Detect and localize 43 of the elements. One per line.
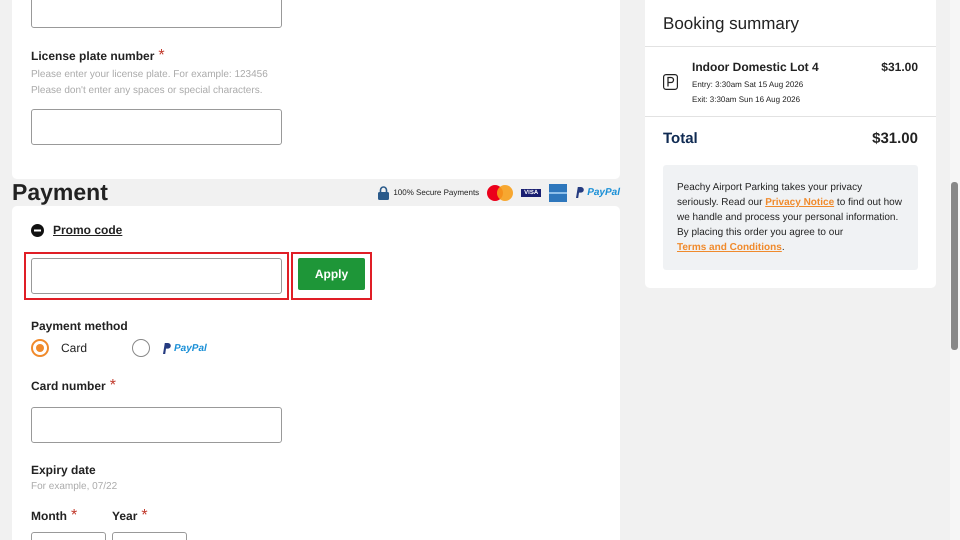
required-mark: * (141, 507, 148, 525)
field-hint: Please enter your license plate. For example: 123456 (31, 68, 269, 81)
required-mark: * (158, 47, 165, 65)
parking-icon (663, 74, 678, 90)
paypal-logo: PayPal (587, 187, 620, 198)
input-field[interactable] (31, 0, 282, 28)
amex-logo (549, 184, 568, 202)
paypal-p-icon (575, 187, 584, 198)
policy-link[interactable]: Terms and Conditions (677, 242, 782, 253)
promo-code-field[interactable] (24, 252, 289, 300)
radio-button[interactable] (31, 339, 49, 357)
field-label: Expiry date (31, 463, 97, 477)
entry-time: Entry: 3:30am Sat 15 Aug 2026 (692, 80, 804, 89)
exit-time: Exit: 3:30am Sun 16 Aug 2026 (692, 95, 802, 104)
summary-title: Booking summary (645, 0, 936, 47)
booking-item-name: Indoor Domestic Lot 4 (692, 60, 820, 74)
field-label: Card number (31, 379, 106, 393)
radio-button[interactable] (132, 339, 150, 357)
total-price: $31.00 (872, 130, 918, 147)
required-mark: * (70, 507, 78, 525)
apply-button[interactable]: Apply (298, 258, 365, 290)
card-number-field[interactable] (31, 407, 282, 443)
secure-payments-label: 100% Secure Payments (393, 188, 480, 197)
field-hint: For example, 07/22 (31, 480, 118, 493)
radio-label: Card (61, 341, 88, 355)
privacy-notice: Peachy Airport Parking takes your privacy seriously. Read our Privacy Notice to find out how we handle and process your personal information. By placing this order you agree to our Terms and Conditions. (663, 165, 918, 270)
policy-link[interactable]: Privacy Notice (765, 197, 834, 208)
field-label: Year (112, 509, 138, 523)
field-label: License plate number (31, 49, 154, 63)
paypal-option-label: PayPal (174, 342, 207, 354)
field-label: Payment method (31, 319, 129, 333)
mastercard-logo (487, 184, 514, 200)
required-mark: * (110, 377, 116, 395)
lock-icon (378, 186, 390, 200)
total-label: Total (663, 130, 698, 147)
field-label: Month (31, 509, 67, 523)
promo-code-link[interactable]: Promo code (53, 223, 122, 237)
section-title: Payment (12, 179, 108, 206)
scrollbar[interactable] (950, 0, 960, 540)
item-price: $31.00 (881, 60, 918, 74)
field-hint: Please don't enter any spaces or special characters. (31, 84, 264, 97)
license-plate-field[interactable] (31, 109, 282, 145)
paypal-p-icon (162, 342, 171, 354)
